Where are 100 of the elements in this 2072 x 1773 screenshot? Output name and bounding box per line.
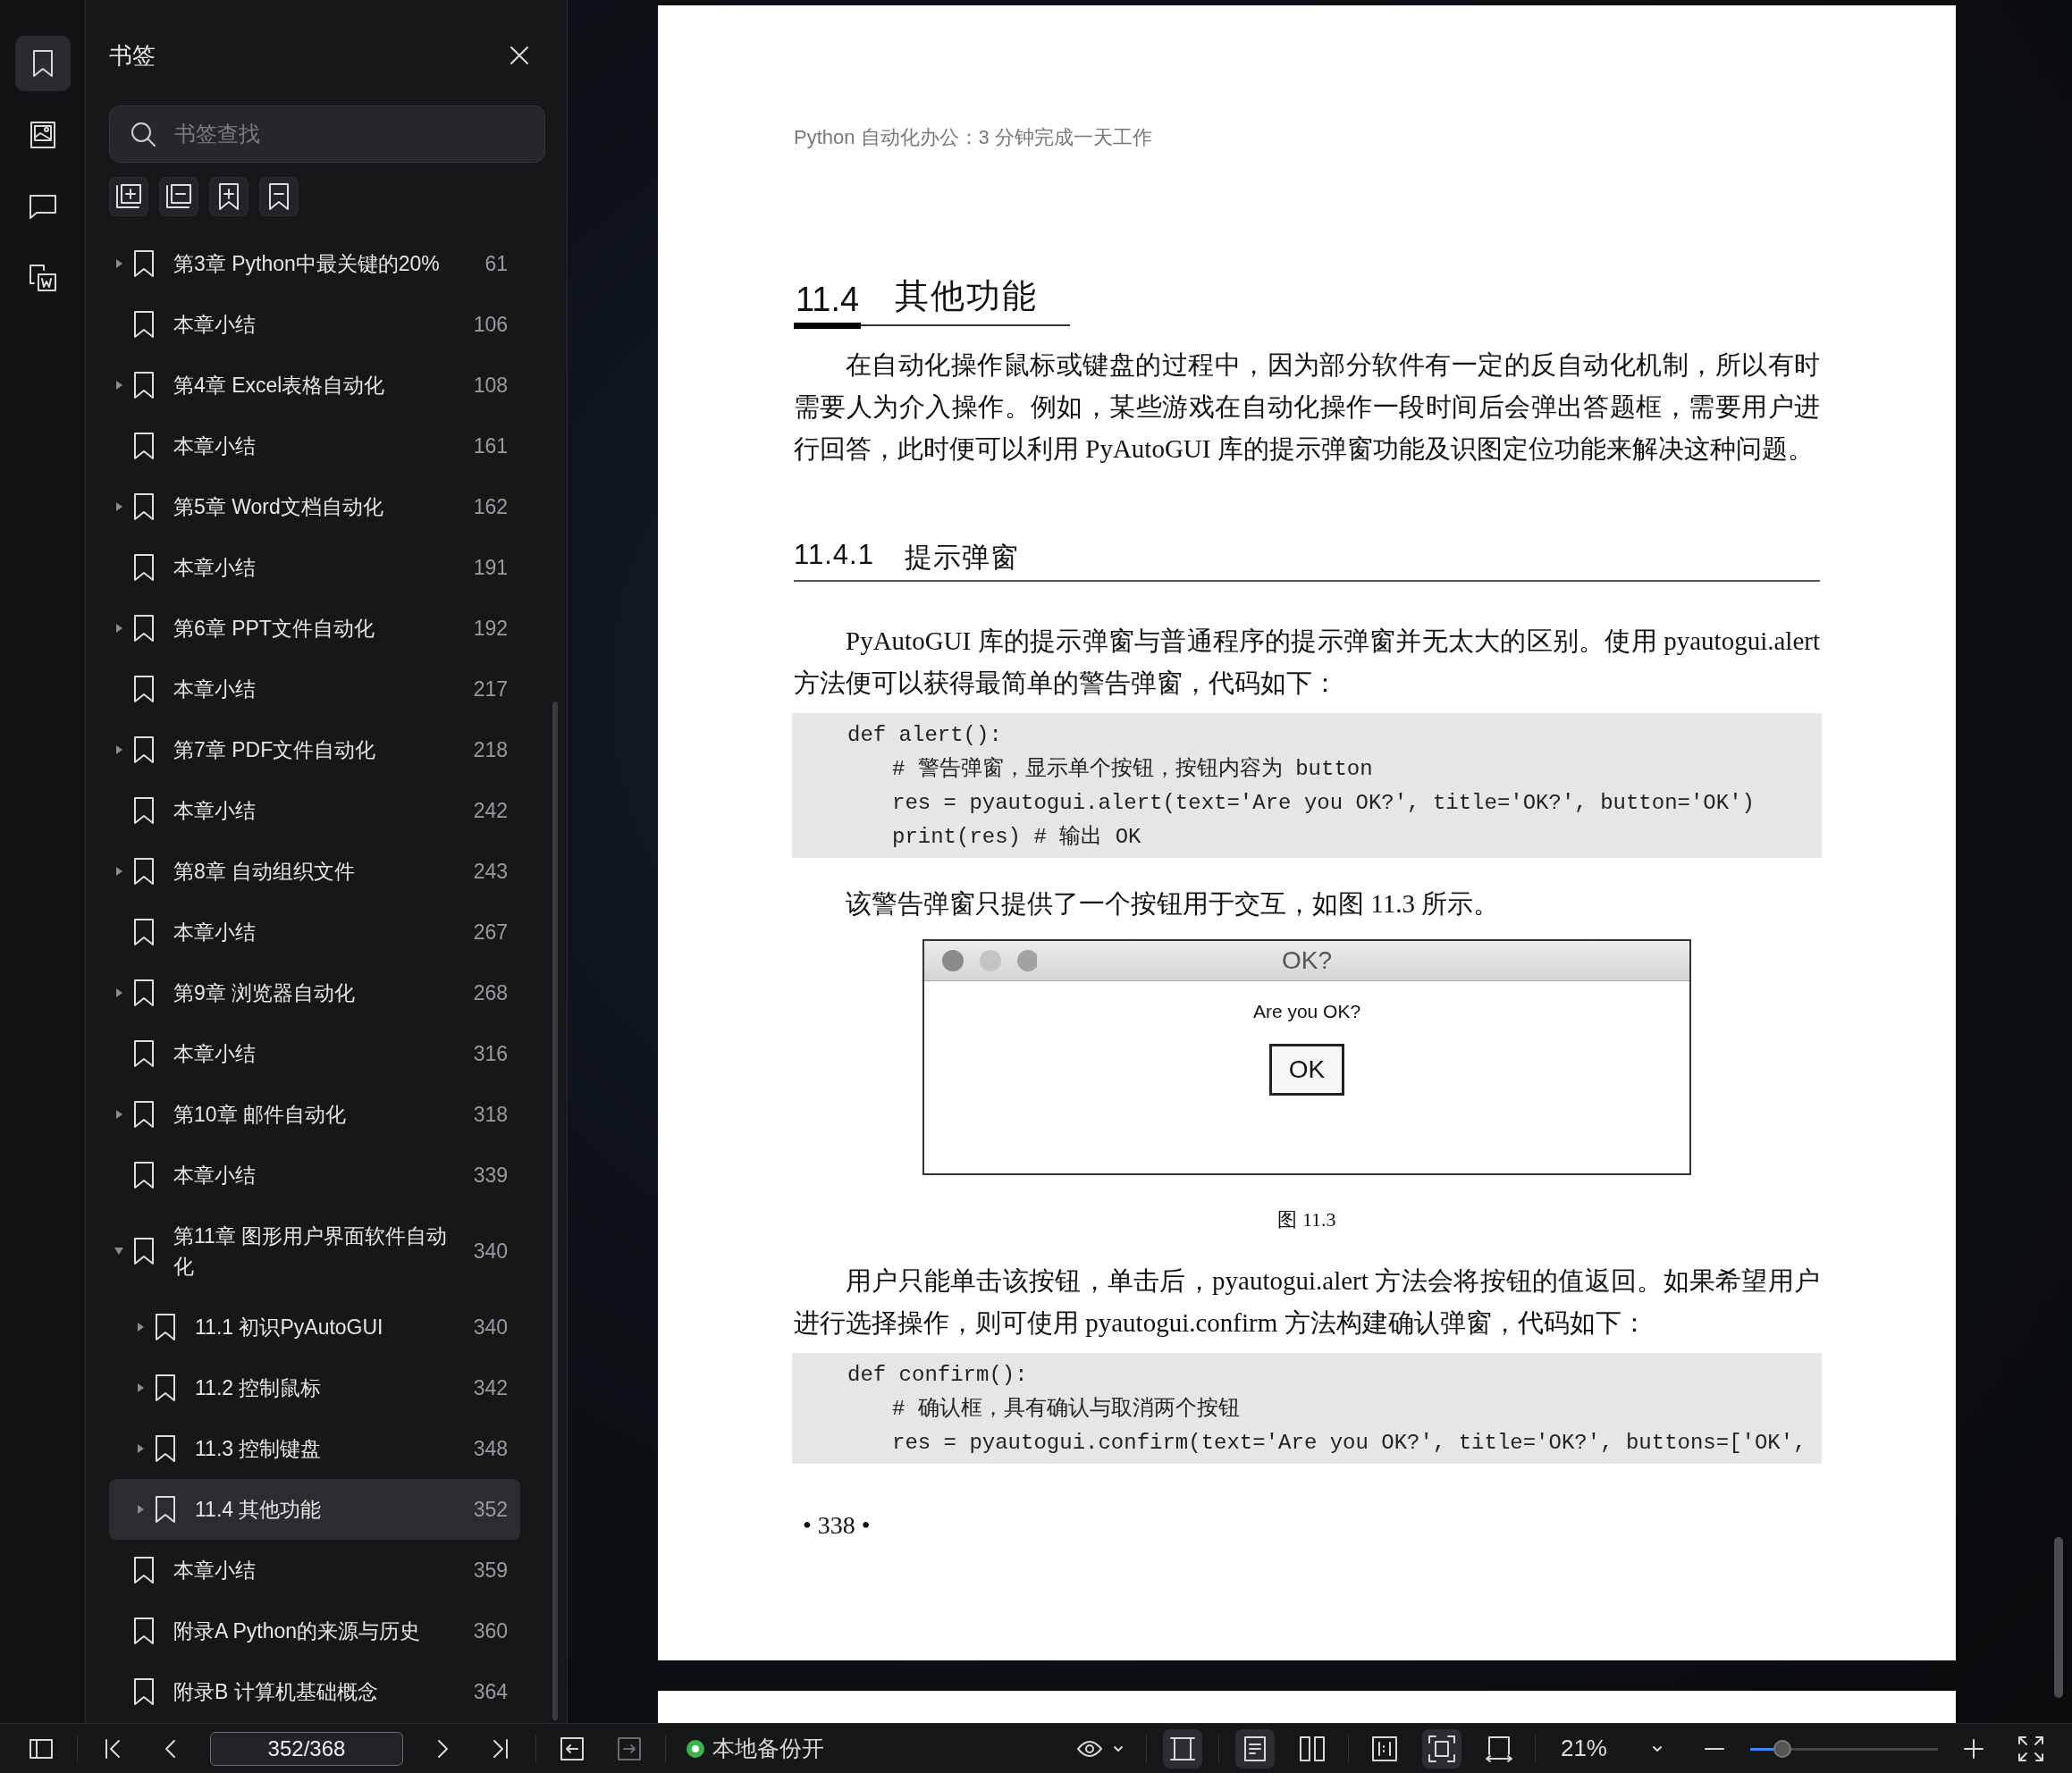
caret-icon[interactable]	[136, 1322, 145, 1332]
scrollbar-thumb[interactable]	[552, 702, 558, 1720]
bookmark-title: 第10章 邮件自动化	[173, 1102, 347, 1128]
bookmark-title: 11.2 控制鼠标	[195, 1375, 323, 1401]
bookmark-item[interactable]: 11.3 控制键盘 348	[109, 1418, 520, 1479]
bookmark-title: 附录A Python的来源与历史	[173, 1618, 422, 1644]
bookmark-title: 附录B 计算机基础概念	[173, 1679, 379, 1705]
close-icon	[510, 46, 529, 65]
bookmark-title: 11.3 控制键盘	[195, 1436, 323, 1462]
single-page-button[interactable]	[1234, 1728, 1275, 1769]
bookmark-item[interactable]: 附录B 计算机基础概念 364	[109, 1661, 520, 1722]
bookmark-item[interactable]: 本章小结 161	[109, 416, 520, 476]
caret-icon[interactable]	[136, 1382, 145, 1393]
caret-icon[interactable]	[114, 744, 123, 755]
bookmark-title: 本章小结	[173, 676, 257, 702]
bookmark-item[interactable]: 第4章 Excel表格自动化 108	[109, 355, 520, 416]
bookmark-item[interactable]: 第3章 Python中最关键的20% 61	[109, 233, 520, 294]
fit-page-button[interactable]	[1421, 1728, 1461, 1769]
bookmark-icon	[132, 735, 156, 764]
code-line: # 警告弹窗，显示单个按钮，按钮内容为 button	[892, 755, 1374, 783]
bookmark-item[interactable]: 本章小结 106	[109, 294, 520, 355]
bookmark-icon	[132, 310, 156, 339]
bookmark-item[interactable]: 第10章 邮件自动化 318	[109, 1084, 520, 1145]
bookmark-title: 第5章 Word文档自动化	[173, 494, 384, 520]
bookmark-item[interactable]: 第5章 Word文档自动化 162	[109, 476, 520, 537]
continuous-scroll-icon	[1168, 1735, 1196, 1761]
bookmark-item[interactable]: 附录A Python的来源与历史 360	[109, 1601, 520, 1661]
expand-all-button[interactable]	[109, 177, 148, 216]
bookmark-title: 本章小结	[173, 798, 257, 824]
caret-icon[interactable]	[114, 987, 123, 998]
zoom-slider[interactable]	[1750, 1739, 1938, 1758]
caret-icon[interactable]	[114, 501, 123, 512]
bookmark-icon	[132, 249, 156, 278]
section-title: 其他功能	[895, 276, 1039, 316]
caret-icon[interactable]	[114, 623, 123, 634]
page-width-icon	[1484, 1734, 1513, 1763]
scrollbar-thumb[interactable]	[2054, 1537, 2063, 1698]
collapse-all-button[interactable]	[159, 177, 198, 216]
caret-icon[interactable]	[114, 258, 123, 269]
bookmark-add-button[interactable]	[209, 177, 248, 216]
bookmark-item[interactable]: 本章小结 242	[109, 780, 520, 841]
bookmark-icon	[154, 1374, 177, 1402]
bookmark-icon	[132, 1556, 156, 1584]
code-line: print(res) # 输出 OK	[892, 824, 1142, 851]
bookmark-tab[interactable]	[14, 36, 71, 91]
caret-icon[interactable]	[114, 866, 123, 877]
continuous-scroll-button[interactable]	[1162, 1728, 1202, 1769]
paragraph: PyAutoGUI 库的提示弹窗与普通程序的提示弹窗并无太大的区别。使用 pyautogui.alert 方法便可以获得最简单的警告弹窗，代码如下：	[794, 626, 1820, 699]
bookmark-icon	[132, 492, 156, 521]
bookmark-icon	[132, 918, 156, 946]
bookmark-title: 第9章 浏览器自动化	[173, 980, 357, 1006]
two-page-icon	[1298, 1735, 1326, 1762]
bookmark-remove-button[interactable]	[259, 177, 299, 216]
bookmark-title: 第11章 图形用户界面软件自动化	[173, 1223, 449, 1280]
sidebar-icon	[29, 1737, 54, 1760]
caret-icon[interactable]	[136, 1443, 145, 1454]
page-number: • 338 •	[803, 1511, 872, 1540]
page-number: 352	[472, 1497, 508, 1522]
running-header: Python 自动化办公：3 分钟完成一天工作	[794, 125, 1153, 150]
page-field[interactable]: 352/368	[210, 1731, 403, 1766]
bookmark-item[interactable]: 本章小结 191	[109, 537, 520, 598]
caret-icon[interactable]	[114, 1247, 124, 1256]
code-line: def confirm():	[847, 1362, 1029, 1389]
bookmark-item[interactable]: 11.1 初识PyAutoGUI 340	[109, 1297, 520, 1357]
bookmark-item[interactable]: 本章小结 267	[109, 902, 520, 962]
page-number: 191	[472, 555, 508, 580]
bookmark-item[interactable]: 第6章 PPT文件自动化 192	[109, 598, 520, 659]
collapse-all-icon	[164, 182, 193, 211]
page-number: 342	[472, 1375, 508, 1400]
bookmark-icon	[132, 371, 156, 399]
chevron-right-icon	[436, 1737, 449, 1760]
bookmark-item[interactable]: 11.2 控制鼠标 342	[109, 1357, 520, 1418]
caret-icon[interactable]	[136, 1504, 145, 1515]
page-number: 364	[472, 1679, 508, 1704]
bookmark-item[interactable]: 本章小结 359	[109, 1540, 520, 1601]
search-field[interactable]: 书签查找	[109, 105, 545, 163]
bookmark-item[interactable]: 第11章 图形用户界面软件自动化 340	[109, 1206, 520, 1297]
zoom-value: 21%	[1560, 1735, 1607, 1762]
page-number: 340	[472, 1315, 508, 1340]
caret-icon[interactable]	[114, 1109, 123, 1120]
document-convert-icon	[27, 263, 58, 293]
code-line: def alert():	[847, 722, 1003, 749]
bookmark-item[interactable]: 第7章 PDF文件自动化 218	[109, 719, 520, 780]
subsection-title: 提示弹窗	[904, 541, 1019, 575]
bookmark-item[interactable]: 第8章 自动组织文件 243	[109, 841, 520, 902]
page-number: 192	[472, 616, 508, 641]
bookmark-item[interactable]: 本章小结 316	[109, 1023, 520, 1084]
window-controls-icon	[940, 948, 1037, 973]
ok-button[interactable]: OK	[1269, 1044, 1344, 1096]
bookmark-title: 11.4 其他功能	[195, 1497, 323, 1523]
paragraph: 在自动化操作鼠标或键盘的过程中，因为部分软件有一定的反自动化机制，所以有时需要人为介入操作。例如，某些游戏在自动化操作一段时间后会弹出答题框，需要用户进行回答，此时便可以利用 PyAutoGUI 库的提示弹窗功能及识图定位功能来解决这种问题。	[794, 349, 1820, 465]
caret-icon[interactable]	[114, 380, 123, 391]
page-number: 360	[472, 1618, 508, 1643]
bookmark-item[interactable]: 11.4 其他功能 352	[109, 1479, 520, 1540]
bookmark-item[interactable]: 本章小结 339	[109, 1145, 520, 1206]
bookmark-title: 本章小结	[173, 555, 257, 581]
bookmark-item[interactable]: 本章小结 217	[109, 659, 520, 719]
bookmark-item[interactable]: 第9章 浏览器自动化 268	[109, 962, 520, 1023]
bookmark-icon	[132, 1161, 156, 1189]
page-number: 359	[472, 1558, 508, 1583]
